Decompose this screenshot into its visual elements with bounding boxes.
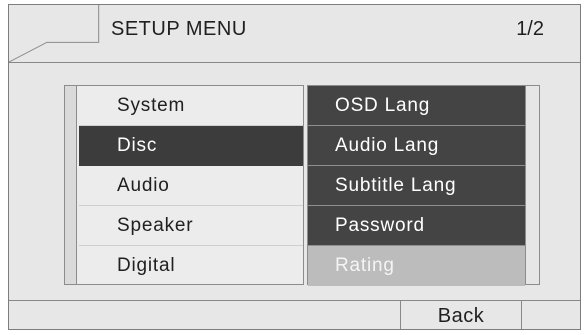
option-item-osd-lang[interactable]: OSD Lang (308, 86, 525, 126)
option-item-subtitle-lang[interactable]: Subtitle Lang (308, 166, 525, 206)
category-item-speaker[interactable]: Speaker (79, 206, 303, 246)
category-item-disc[interactable]: Disc (79, 126, 303, 166)
header-notch-decoration (9, 5, 100, 62)
category-item-system[interactable]: System (79, 86, 303, 126)
option-item-audio-lang[interactable]: Audio Lang (308, 126, 525, 166)
setup-menu-screen: SETUP MENU 1/2 System Disc Audio Speaker… (0, 0, 587, 335)
back-button[interactable]: Back (400, 300, 522, 329)
menu-header: SETUP MENU 1/2 (9, 5, 580, 63)
category-item-digital[interactable]: Digital (79, 246, 303, 286)
category-list-rail (65, 86, 77, 284)
option-item-password[interactable]: Password (308, 206, 525, 246)
option-list: OSD Lang Audio Lang Subtitle Lang Passwo… (307, 85, 540, 286)
category-list: System Disc Audio Speaker Digital (64, 85, 304, 285)
menu-footer: Back (9, 300, 580, 329)
category-item-audio[interactable]: Audio (79, 166, 303, 206)
option-item-rating[interactable]: Rating (308, 246, 525, 286)
page-indicator: 1/2 (516, 18, 544, 40)
setup-menu-frame: SETUP MENU 1/2 System Disc Audio Speaker… (8, 4, 581, 330)
menu-title: SETUP MENU (111, 18, 247, 40)
option-list-scrollbar[interactable] (525, 86, 539, 284)
